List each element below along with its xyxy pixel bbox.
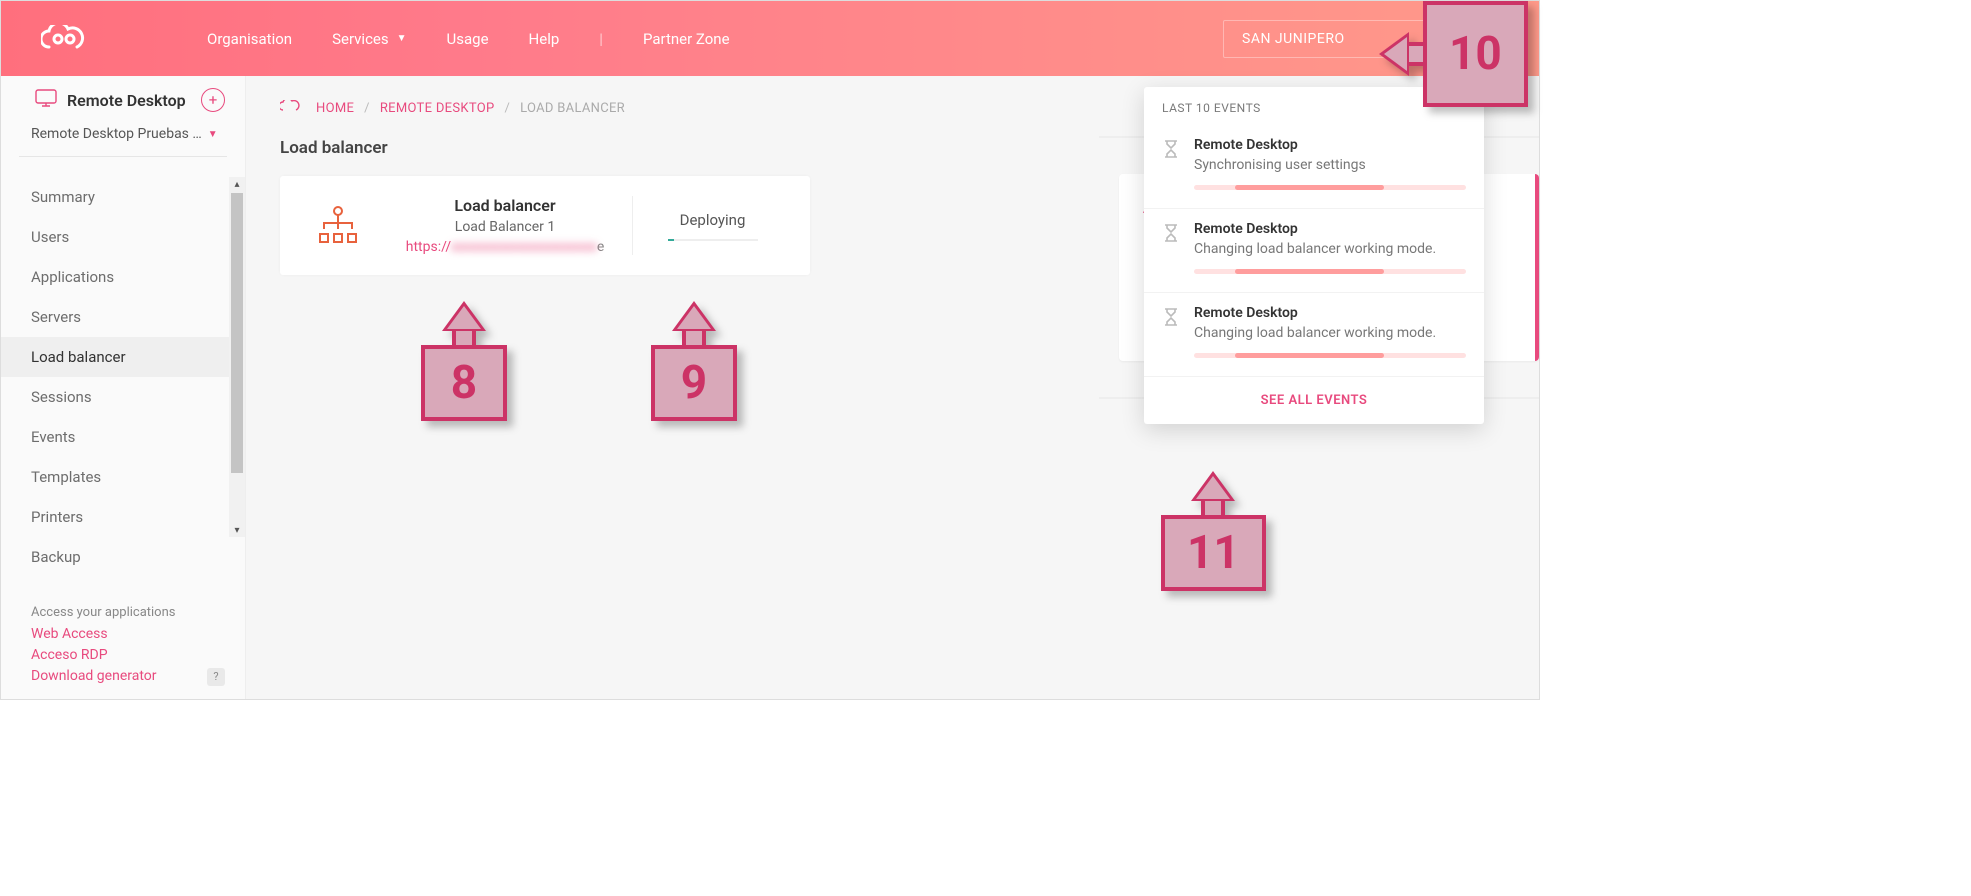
event-title: Remote Desktop <box>1194 137 1466 153</box>
callout-8: 8 <box>421 301 507 421</box>
sidebar-item-servers[interactable]: Servers <box>1 297 245 337</box>
sidebar-item-events[interactable]: Events <box>1 417 245 457</box>
chevron-down-icon: ▼ <box>208 129 218 140</box>
topbar: Organisation Services ▼ Usage Help | Par… <box>1 1 1539 76</box>
hourglass-icon <box>1162 139 1180 190</box>
load-balancer-card[interactable]: Load balancer Load Balancer 1 https://xx… <box>280 176 810 275</box>
event-title: Remote Desktop <box>1194 221 1466 237</box>
sidebar-item-applications[interactable]: Applications <box>1 257 245 297</box>
sidebar-item-load-balancer[interactable]: Load balancer <box>1 337 245 377</box>
link-download-generator[interactable]: Download generator <box>31 666 157 687</box>
see-all-events-link[interactable]: SEE ALL EVENTS <box>1144 376 1484 424</box>
nav-help[interactable]: Help <box>529 30 560 48</box>
event-desc: Changing load balancer working mode. <box>1194 241 1466 257</box>
scrollbar-thumb[interactable] <box>231 193 243 473</box>
breadcrumb-home[interactable]: HOME <box>316 101 354 116</box>
nav-usage[interactable]: Usage <box>447 30 489 48</box>
nav-organisation[interactable]: Organisation <box>207 30 292 48</box>
sidebar-menu: SummaryUsersApplicationsServersLoad bala… <box>1 177 245 577</box>
callout-11-number: 11 <box>1161 515 1266 591</box>
lb-title: Load balancer <box>454 196 555 215</box>
event-desc: Changing load balancer working mode. <box>1194 325 1466 341</box>
event-item[interactable]: Remote Desktop Changing load balancer wor… <box>1144 208 1484 292</box>
lb-url[interactable]: https://xxxxxxxxxxxxxxxxxxxxxe <box>406 239 605 255</box>
progress-bar <box>668 239 758 241</box>
sidebar-header: Remote Desktop + <box>1 82 245 126</box>
event-desc: Synchronising user settings <box>1194 157 1466 173</box>
hourglass-icon <box>1162 307 1180 358</box>
breadcrumb-parent[interactable]: REMOTE DESKTOP <box>380 101 495 116</box>
lb-status: Deploying <box>680 211 746 229</box>
callout-10-number: 10 <box>1423 1 1528 107</box>
chevron-down-icon: ▼ <box>397 33 407 44</box>
access-apps-header: Access your applications <box>31 605 225 620</box>
callout-9: 9 <box>651 301 737 421</box>
scrollbar[interactable]: ▴ ▾ <box>229 177 245 537</box>
sidebar-subselector-label: Remote Desktop Pruebas … <box>31 126 202 142</box>
sidebar-item-sessions[interactable]: Sessions <box>1 377 245 417</box>
nav-services[interactable]: Services ▼ <box>332 30 406 48</box>
event-item[interactable]: Remote Desktop Synchronising user setting… <box>1144 125 1484 208</box>
sidebar-item-summary[interactable]: Summary <box>1 177 245 217</box>
scroll-up-icon[interactable]: ▴ <box>231 177 243 191</box>
link-acceso-rdp[interactable]: Acceso RDP <box>31 645 225 666</box>
callout-11: 11 <box>1161 471 1266 591</box>
event-progress <box>1194 185 1466 190</box>
lb-name: Load Balancer 1 <box>455 219 555 235</box>
hourglass-icon <box>1162 223 1180 274</box>
sidebar-item-templates[interactable]: Templates <box>1 457 245 497</box>
nav-services-label: Services <box>332 30 389 48</box>
nav-partner-zone[interactable]: Partner Zone <box>643 30 730 48</box>
organisation-selector-value: SAN JUNIPERO <box>1242 31 1345 47</box>
event-progress <box>1194 269 1466 274</box>
event-progress <box>1194 353 1466 358</box>
sidebar-item-printers[interactable]: Printers <box>1 497 245 537</box>
callout-10: 10 <box>1379 1 1528 107</box>
callout-8-number: 8 <box>421 345 507 421</box>
top-nav: Organisation Services ▼ Usage Help | Par… <box>207 30 730 48</box>
divider <box>19 156 227 157</box>
link-web-access[interactable]: Web Access <box>31 624 225 645</box>
remote-desktop-icon <box>35 89 57 111</box>
breadcrumb-current: LOAD BALANCER <box>520 101 625 116</box>
add-button[interactable]: + <box>201 88 225 112</box>
breadcrumb-home-icon <box>280 100 306 116</box>
sidebar-item-users[interactable]: Users <box>1 217 245 257</box>
event-item[interactable]: Remote Desktop Changing load balancer wor… <box>1144 292 1484 376</box>
sidebar-footer: Access your applications Web Access Acce… <box>1 599 245 699</box>
scroll-down-icon[interactable]: ▾ <box>231 523 243 537</box>
sidebar: Remote Desktop + Remote Desktop Pruebas … <box>1 76 246 699</box>
nav-separator: | <box>599 30 603 48</box>
events-popover: LAST 10 EVENTS Remote DesktopSynchronisi… <box>1144 87 1484 424</box>
load-balancer-icon <box>298 196 378 255</box>
sidebar-title: Remote Desktop <box>67 91 186 110</box>
callout-9-number: 9 <box>651 345 737 421</box>
sidebar-subselector[interactable]: Remote Desktop Pruebas … ▼ <box>1 126 245 156</box>
sidebar-item-backup[interactable]: Backup <box>1 537 245 577</box>
help-icon[interactable]: ? <box>207 668 225 686</box>
event-title: Remote Desktop <box>1194 305 1466 321</box>
logo <box>41 25 87 53</box>
